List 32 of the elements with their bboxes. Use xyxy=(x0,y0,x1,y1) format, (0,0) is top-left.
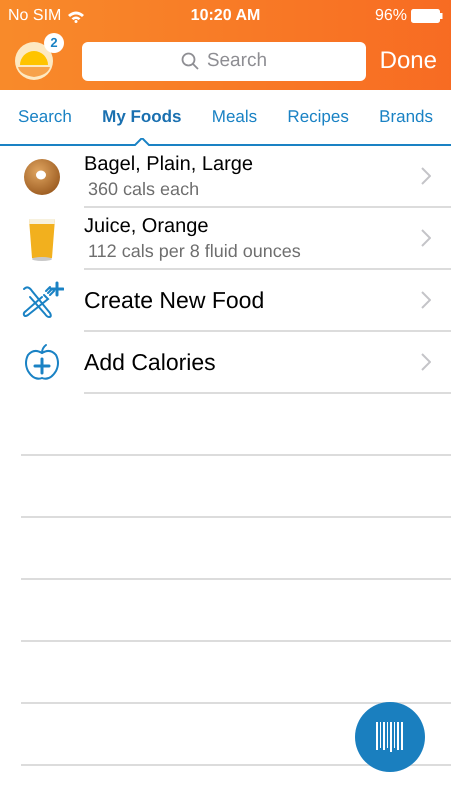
item-title: Add Calories xyxy=(84,348,217,377)
list-item[interactable]: Juice, Orange 112 cals per 8 fluid ounces xyxy=(0,208,451,270)
item-subtitle: 360 cals each xyxy=(87,178,200,201)
search-icon xyxy=(180,52,199,70)
wifi-icon xyxy=(67,10,86,22)
list-item[interactable]: Create New Food xyxy=(0,270,451,332)
carrier-label: No SIM xyxy=(8,6,62,26)
done-button[interactable]: Done xyxy=(380,43,437,79)
search-input[interactable]: Search xyxy=(206,46,267,76)
item-title: Create New Food xyxy=(84,286,266,315)
chevron-icon xyxy=(421,167,431,185)
tab[interactable]: My Foods xyxy=(102,90,182,144)
bagel-icon xyxy=(22,157,62,197)
chevron-icon xyxy=(421,291,431,309)
juice-glass-icon xyxy=(27,216,57,262)
battery-percentage: 96% xyxy=(374,6,407,26)
battery-icon xyxy=(411,9,443,23)
tab[interactable]: Brands xyxy=(379,90,433,144)
item-subtitle: 112 cals per 8 fluid ounces xyxy=(87,240,302,263)
fork-knife-plus-icon xyxy=(20,281,64,321)
notification-badge: 2 xyxy=(44,33,64,53)
list-item[interactable]: Bagel, Plain, Large 360 cals each xyxy=(0,146,451,208)
list-item[interactable]: Add Calories xyxy=(0,332,451,394)
chevron-icon xyxy=(421,353,431,371)
barcode-icon xyxy=(375,722,405,752)
tab[interactable]: Meals xyxy=(212,90,258,144)
status-time: 10:20 AM xyxy=(190,6,260,26)
tab[interactable]: Recipes xyxy=(287,90,349,144)
chevron-icon xyxy=(421,229,431,247)
tab[interactable]: Search xyxy=(18,90,72,144)
item-title: Bagel, Plain, Large xyxy=(84,152,254,177)
item-title: Juice, Orange xyxy=(84,214,210,239)
